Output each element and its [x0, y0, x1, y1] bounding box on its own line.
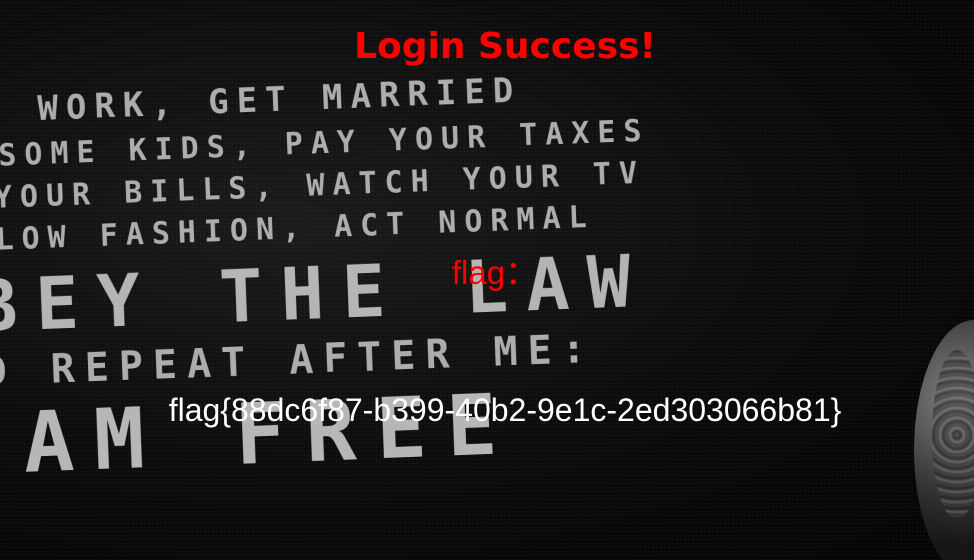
- page-background: O WORK, GET MARRIED SOME KIDS, PAY YOUR …: [0, 0, 974, 560]
- page-title: Login Success!: [354, 26, 656, 67]
- flag-value: flag{88dc6f87-b399-40b2-9e1c-2ed303066b8…: [168, 392, 842, 428]
- flag-label: flag：: [451, 254, 539, 291]
- poster-line: AM FREE: [21, 374, 519, 492]
- mask-image: [914, 320, 974, 560]
